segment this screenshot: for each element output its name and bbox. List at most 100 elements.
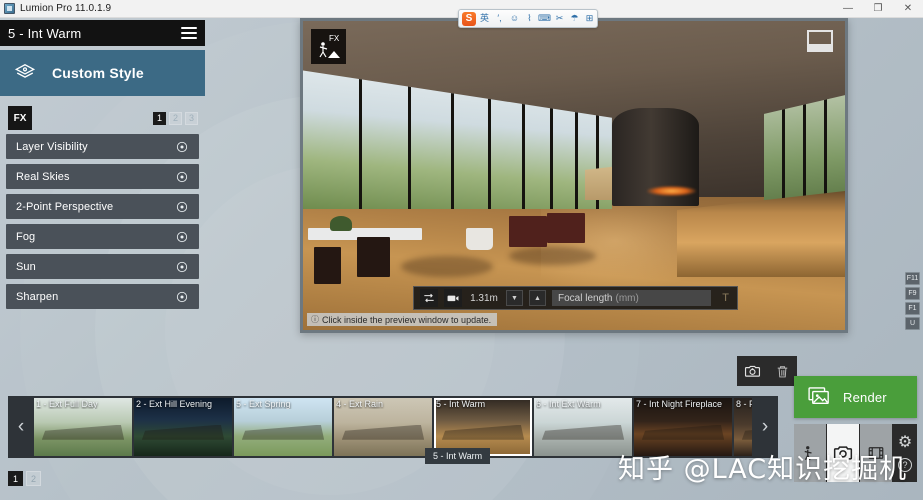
fx-badge: FX <box>8 106 32 130</box>
sogou-logo-icon[interactable]: S <box>462 11 476 26</box>
effects-list: Layer Visibility Real Skies 2-Point Pers… <box>0 134 205 309</box>
delete-trash-icon[interactable] <box>767 356 797 386</box>
fx-page-1[interactable]: 1 <box>153 111 166 125</box>
thumbnail-label: 5 - Ext Spring <box>236 399 291 409</box>
scene-lounge-chair <box>546 212 585 244</box>
fx-header-row: FX 1 2 3 <box>0 106 205 130</box>
scene-fire-glow <box>647 186 696 196</box>
effect-item-sharpen[interactable]: Sharpen <box>6 284 199 309</box>
scene-planter <box>465 228 493 250</box>
effect-label: Layer Visibility <box>16 140 88 153</box>
thumbnail-item[interactable]: 4 - Ext Rain <box>334 398 432 456</box>
scene-lounge-chair <box>508 215 547 247</box>
close-button[interactable]: ✕ <box>893 0 923 18</box>
eye-icon[interactable] <box>175 260 189 274</box>
render-label: Render <box>843 389 887 405</box>
photo-camera-icon[interactable] <box>737 356 767 386</box>
camera-height-value: 1.31m <box>470 292 498 304</box>
fov-arrows-icon[interactable] <box>420 289 438 307</box>
viewport-hint-text: Click inside the preview window to updat… <box>322 314 492 325</box>
style-name-bar: 5 - Int Warm <box>0 20 205 46</box>
thumbnail-item[interactable]: 5 - Ext Spring <box>234 398 332 456</box>
shortcut-keys-column: F11 F9 F1 U <box>905 272 920 330</box>
window-title: Lumion Pro 11.0.1.9 <box>20 3 112 14</box>
photos-stack-icon <box>808 387 832 407</box>
info-icon: ⓘ <box>311 315 319 324</box>
eye-icon[interactable] <box>175 170 189 184</box>
strip-page-tabs: 1 2 <box>8 471 41 486</box>
effect-item-layer-visibility[interactable]: Layer Visibility <box>6 134 199 159</box>
minimize-button[interactable]: — <box>833 0 863 18</box>
custom-style-card[interactable]: Custom Style <box>0 50 205 96</box>
chinese-english-toggle-icon[interactable]: 英 <box>478 12 491 25</box>
thumbnail-label: 7 - Int Night Fireplace <box>636 399 723 409</box>
effect-item-real-skies[interactable]: Real Skies <box>6 164 199 189</box>
fx-page-3[interactable]: 3 <box>185 111 198 125</box>
fkey-f11[interactable]: F11 <box>905 272 920 285</box>
thumbnail-label: 8 - Pho <box>736 399 752 409</box>
voice-input-icon[interactable]: ⌇ <box>523 12 536 25</box>
text-tool-button[interactable]: T <box>722 292 729 304</box>
effect-item-2-point-perspective[interactable]: 2-Point Perspective <box>6 194 199 219</box>
scene-shadow <box>508 246 596 266</box>
scene-chair <box>313 246 341 284</box>
fkey-f1[interactable]: F1 <box>905 302 920 315</box>
maximize-button[interactable]: ❐ <box>863 0 893 18</box>
scene-plant <box>330 215 352 232</box>
strip-page-2[interactable]: 2 <box>26 471 41 486</box>
fx-overlay-badge[interactable]: FX <box>311 29 346 64</box>
fkey-u[interactable]: U <box>905 317 920 330</box>
fx-page-2[interactable]: 2 <box>169 111 182 125</box>
effect-label: Sharpen <box>16 290 59 303</box>
thumbnail-label: 1 - Ext Full Day <box>36 399 98 409</box>
eye-icon[interactable] <box>175 200 189 214</box>
eye-icon[interactable] <box>175 140 189 154</box>
effect-label: Fog <box>16 230 36 243</box>
camera-icon[interactable] <box>444 289 462 307</box>
svg-text:FX: FX <box>329 34 340 43</box>
skin-icon[interactable]: ☂ <box>568 12 581 25</box>
chevron-up-icon[interactable]: ▲ <box>529 290 546 306</box>
app-icon <box>4 3 15 14</box>
eye-icon[interactable] <box>175 230 189 244</box>
emoji-icon[interactable]: ☺ <box>508 12 521 25</box>
chevron-down-icon[interactable]: ▼ <box>506 290 523 306</box>
eye-icon[interactable] <box>175 290 189 304</box>
thumbnail-item[interactable]: 2 - Ext Hill Evening <box>134 398 232 456</box>
sogou-ime-toolbar[interactable]: S 英 ′, ☺ ⌇ ⌨ ✂ ☂ ⊞ <box>458 9 598 28</box>
scene-chair <box>357 237 390 278</box>
focal-length-unit: (mm) <box>615 292 639 304</box>
effect-label: Real Skies <box>16 170 70 183</box>
preview-viewport-frame: FX 1.31m ▼ ▲ Focal length (mm) T ⓘ Click… <box>300 18 848 333</box>
clip-mini-toolbar <box>737 356 797 386</box>
effect-label: 2-Point Perspective <box>16 200 114 213</box>
custom-style-label: Custom Style <box>52 65 144 81</box>
effects-sidebar: 5 - Int Warm Custom Style FX 1 2 3 Layer… <box>0 20 205 314</box>
strip-page-1[interactable]: 1 <box>8 471 23 486</box>
camera-toolbar: 1.31m ▼ ▲ Focal length (mm) T <box>413 286 738 310</box>
fkey-f9[interactable]: F9 <box>905 287 920 300</box>
effect-label: Sun <box>16 260 36 273</box>
toolbox-icon[interactable]: ⊞ <box>583 12 596 25</box>
effect-item-sun[interactable]: Sun <box>6 254 199 279</box>
thumbnail-label: 2 - Ext Hill Evening <box>136 399 213 409</box>
thumbnail-tooltip: 5 - Int Warm <box>425 448 491 464</box>
soft-keyboard-icon[interactable]: ⌨ <box>538 12 551 25</box>
render-button[interactable]: Render <box>794 376 917 418</box>
preview-viewport[interactable]: FX 1.31m ▼ ▲ Focal length (mm) T ⓘ Click… <box>303 21 845 330</box>
layers-icon <box>14 62 36 84</box>
focal-length-placeholder: Focal length <box>558 292 613 304</box>
effect-item-fog[interactable]: Fog <box>6 224 199 249</box>
fx-page-selector: 1 2 3 <box>153 111 205 125</box>
chevron-left-icon[interactable]: ‹ <box>8 396 34 458</box>
window-controls: — ❐ ✕ <box>833 0 923 17</box>
thumbnail-label: 6 - Int Ext Warm <box>536 399 601 409</box>
thumbnail-label: 5 - Int Warm <box>436 399 486 409</box>
punctuation-icon[interactable]: ′, <box>493 12 506 25</box>
panel-layout-icon[interactable] <box>807 30 833 52</box>
screenshot-icon[interactable]: ✂ <box>553 12 566 25</box>
current-style-name: 5 - Int Warm <box>8 25 82 41</box>
hamburger-icon[interactable] <box>181 27 197 39</box>
focal-length-input[interactable]: Focal length (mm) <box>552 290 712 306</box>
thumbnail-item[interactable]: 1 - Ext Full Day <box>34 398 132 456</box>
